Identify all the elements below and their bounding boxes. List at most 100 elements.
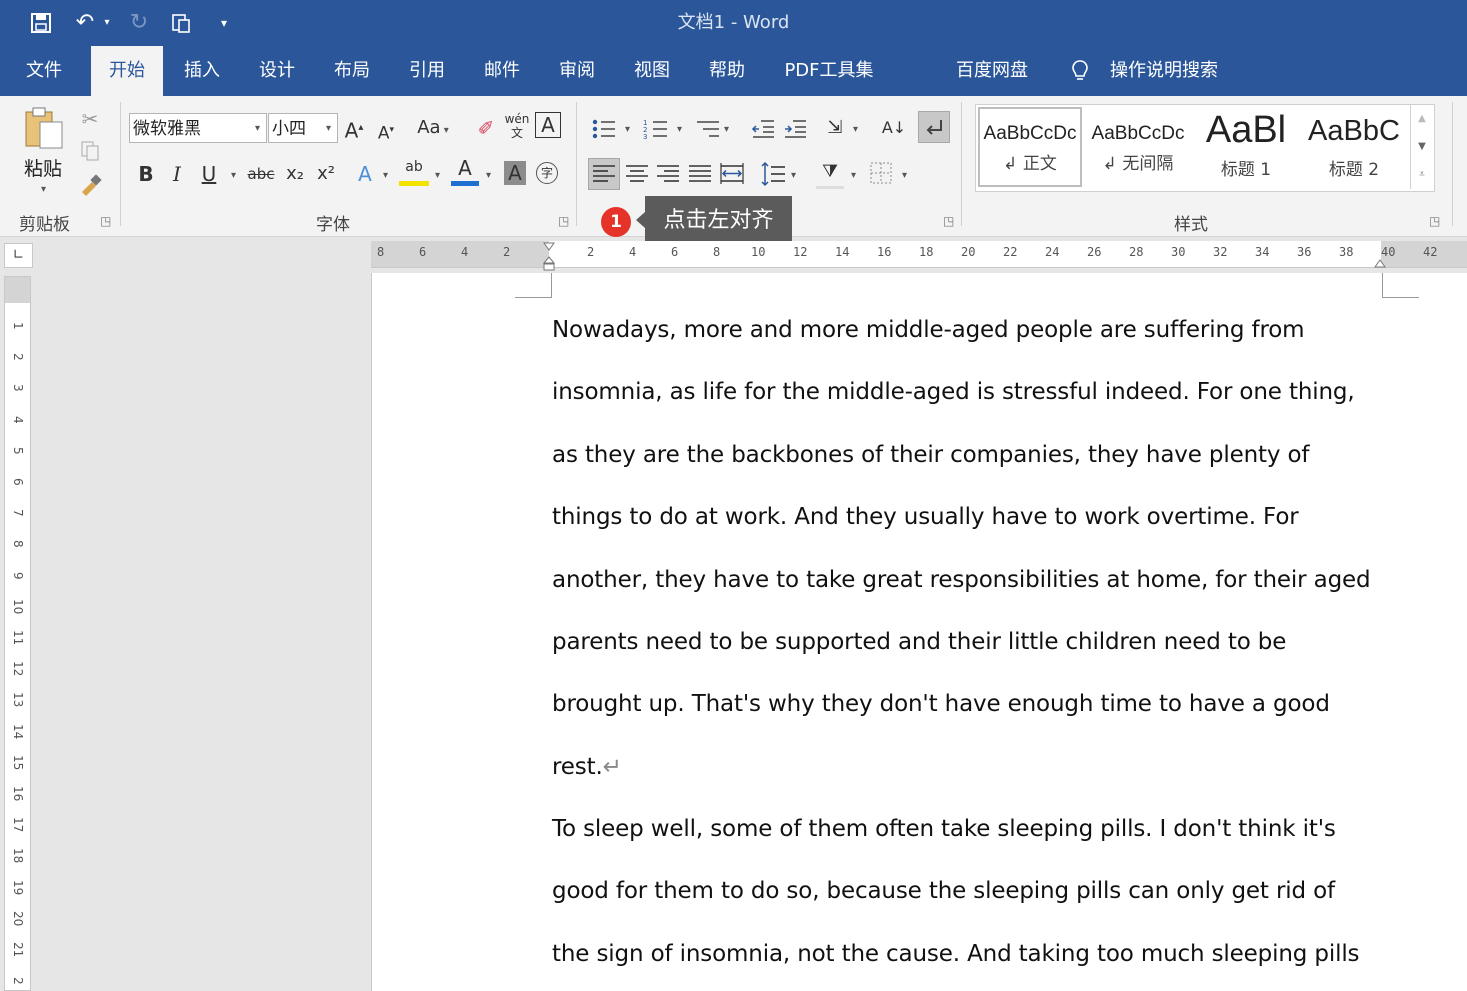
paste-dropdown-icon[interactable]: ▾ — [41, 184, 46, 195]
sort-icon[interactable]: A↓ — [880, 113, 908, 143]
scroll-down-icon[interactable]: ▼ — [1411, 133, 1433, 161]
clear-formatting-icon[interactable]: ✐ — [472, 113, 500, 143]
multilevel-list-icon[interactable] — [695, 117, 721, 141]
copy-icon[interactable] — [80, 140, 100, 162]
tab-selector[interactable]: ∟ — [4, 243, 33, 268]
chevron-down-icon[interactable]: ▾ — [853, 124, 858, 135]
cut-icon[interactable]: ✂ — [76, 104, 104, 134]
format-painter-icon[interactable] — [78, 174, 102, 196]
first-line-indent-marker[interactable] — [543, 239, 555, 251]
chevron-down-icon[interactable]: ▾ — [383, 170, 388, 181]
tab-design[interactable]: 设计 — [247, 46, 307, 96]
bold-icon[interactable]: B — [133, 159, 159, 189]
document-line[interactable]: To sleep well, some of them often take s… — [552, 816, 1336, 842]
document-line[interactable]: insomnia, as life for the middle-aged is… — [552, 379, 1355, 405]
character-border-icon[interactable]: A — [535, 112, 561, 138]
font-family-select[interactable]: 微软雅黑 ▾ — [129, 113, 267, 143]
tell-me-search[interactable]: 操作说明搜索 — [1104, 46, 1224, 96]
document-line[interactable]: the sign of insomnia, not the cause. And… — [552, 941, 1360, 967]
align-right-icon[interactable] — [655, 160, 681, 188]
paste-icon[interactable] — [22, 106, 66, 150]
chevron-down-icon[interactable]: ▾ — [486, 170, 491, 181]
tab-view[interactable]: 视图 — [622, 46, 682, 96]
divider — [120, 102, 121, 226]
document-line[interactable]: things to do at work. And they usually h… — [552, 504, 1299, 530]
styles-scroll[interactable]: ▲ ▼ ⩡ — [1410, 105, 1433, 189]
style-normal[interactable]: AaBbCcDc ↲ 正文 — [978, 107, 1082, 187]
document-line[interactable]: brought up. That's why they don't have e… — [552, 691, 1330, 717]
tab-file[interactable]: 文件 — [14, 46, 74, 96]
document-line[interactable]: another, they have to take great respons… — [552, 567, 1371, 593]
right-indent-marker[interactable] — [1374, 255, 1386, 268]
chevron-down-icon[interactable]: ▾ — [677, 124, 682, 135]
document-line[interactable]: as they are the backbones of their compa… — [552, 442, 1310, 468]
chevron-down-icon[interactable]: ▾ — [231, 170, 236, 181]
superscript-icon[interactable]: x² — [313, 159, 339, 189]
strikethrough-icon[interactable]: abc — [245, 159, 277, 189]
decrease-indent-icon[interactable] — [751, 117, 775, 141]
line-spacing-icon[interactable] — [760, 160, 786, 188]
paste-button[interactable]: 粘贴 — [24, 154, 62, 181]
show-formatting-marks-icon[interactable] — [918, 111, 950, 143]
chinese-layout-icon[interactable]: ⇲ — [821, 113, 849, 143]
document-page[interactable]: Nowadays, more and more middle-aged peop… — [371, 273, 1467, 991]
styles-launcher-icon[interactable]: ◳ — [1429, 214, 1440, 228]
tab-pdf-tools[interactable]: PDF工具集 — [774, 46, 884, 96]
bullets-icon[interactable] — [591, 117, 617, 141]
horizontal-ruler[interactable]: 8 6 4 2 2 4 6 8 10 12 14 16 18 20 22 24 26 28 30 32 34 36 38 40… — [371, 239, 1467, 271]
tab-review[interactable]: 审阅 — [547, 46, 607, 96]
underline-icon[interactable]: U — [196, 159, 222, 189]
more-styles-icon[interactable]: ⩡ — [1411, 161, 1433, 189]
font-color-icon[interactable]: A — [451, 156, 479, 186]
tab-help[interactable]: 帮助 — [697, 46, 757, 96]
tab-home[interactable]: 开始 — [91, 46, 163, 96]
change-case-icon[interactable]: Aa ▾ — [412, 113, 454, 143]
document-line[interactable]: parents need to be supported and their l… — [552, 629, 1286, 655]
text-effects-icon[interactable]: A — [352, 159, 378, 189]
document-line[interactable]: rest.↵ — [552, 754, 622, 780]
subscript-icon[interactable]: x₂ — [282, 159, 308, 189]
clipboard-launcher-icon[interactable]: ◳ — [100, 214, 111, 228]
tab-insert[interactable]: 插入 — [172, 46, 232, 96]
scroll-up-icon[interactable]: ▲ — [1411, 105, 1433, 133]
font-size-select[interactable]: 小四 ▾ — [268, 113, 338, 143]
paragraph-launcher-icon[interactable]: ◳ — [943, 214, 954, 228]
highlight-color-icon[interactable]: ab — [399, 156, 429, 186]
character-shading-icon[interactable]: A — [504, 161, 526, 185]
chevron-down-icon[interactable]: ▾ — [435, 170, 440, 181]
style-heading-2[interactable]: AaBbC 标题 2 — [1302, 105, 1406, 189]
chevron-down-icon[interactable]: ▾ — [791, 170, 796, 181]
style-heading-1[interactable]: AaBl 标题 1 — [1194, 105, 1298, 189]
chevron-down-icon[interactable]: ▾ — [851, 170, 856, 181]
ruler-number: 22 — [1003, 245, 1018, 259]
tab-references[interactable]: 引用 — [397, 46, 457, 96]
numbering-icon[interactable]: 123 — [643, 117, 669, 141]
chevron-down-icon[interactable]: ▾ — [902, 170, 907, 181]
italic-icon[interactable]: I — [164, 159, 190, 189]
tab-mailings[interactable]: 邮件 — [472, 46, 532, 96]
shading-icon[interactable]: ⧩ — [816, 159, 844, 189]
tab-baidu-netdisk[interactable]: 百度网盘 — [945, 46, 1039, 96]
align-left-icon[interactable] — [588, 158, 620, 190]
align-center-icon[interactable] — [624, 160, 650, 188]
borders-icon[interactable] — [870, 162, 892, 184]
chevron-down-icon[interactable]: ▾ — [625, 124, 630, 135]
distributed-icon[interactable] — [719, 160, 745, 188]
grow-font-icon[interactable]: A▴ — [340, 113, 368, 143]
font-launcher-icon[interactable]: ◳ — [558, 214, 569, 228]
lightbulb-icon[interactable] — [1068, 46, 1092, 96]
enclose-characters-icon[interactable]: 字 — [536, 162, 558, 184]
document-line[interactable]: good for them to do so, because the slee… — [552, 878, 1335, 904]
vertical-ruler[interactable]: 1 2 3 4 5 6 7 8 9 10 11 12 13 14 15 16 17 18 19 20 21 2 — [4, 276, 31, 991]
shrink-font-icon[interactable]: A▾ — [372, 115, 400, 145]
left-indent-marker[interactable] — [542, 255, 556, 273]
justify-icon[interactable] — [687, 160, 713, 188]
increase-indent-icon[interactable] — [783, 117, 807, 141]
style-name: ↲ 正文 — [1003, 154, 1057, 174]
document-line[interactable]: Nowadays, more and more middle-aged peop… — [552, 317, 1305, 343]
tab-layout[interactable]: 布局 — [322, 46, 382, 96]
style-no-spacing[interactable]: AaBbCcDc ↲ 无间隔 — [1086, 105, 1190, 189]
chevron-down-icon[interactable]: ▾ — [724, 124, 729, 135]
phonetic-guide-icon[interactable]: wén 文 — [503, 112, 531, 140]
ruler-number: 24 — [1045, 245, 1060, 259]
